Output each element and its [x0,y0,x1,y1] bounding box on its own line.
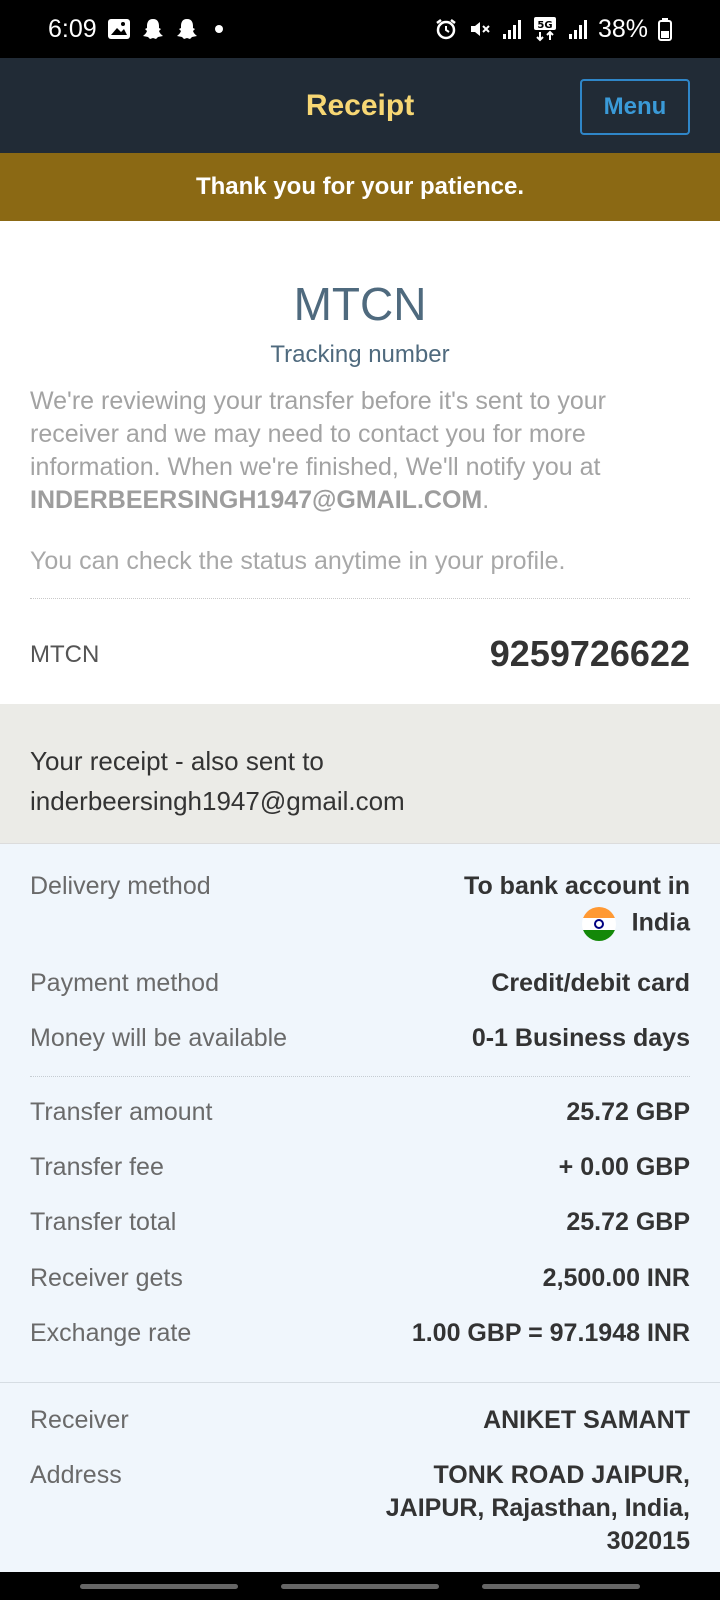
page-title: Receipt [305,88,415,122]
address-line-1: TONK ROAD JAIPUR, [433,1461,690,1489]
mtcn-heading: MTCN [293,278,427,330]
address-row: Address TONK ROAD JAIPUR, JAIPUR, Rajast… [30,1461,690,1566]
notify-email: INDERBEERSINGH1947@GMAIL.COM [30,486,483,514]
review-message-text: We're reviewing your transfer before it'… [30,387,607,481]
transfer-amount-label: Transfer amount [30,1098,213,1126]
signal-icon [502,18,522,40]
delivery-country: India [464,907,690,941]
snapchat-icon [141,17,165,41]
receipt-email: inderbeersingh1947@gmail.com [30,786,405,816]
india-flag-icon [581,907,616,941]
status-bar: 6:09 5G 38% [0,0,720,58]
divider [0,1382,720,1383]
snapchat-icon [175,17,199,41]
availability-value: 0-1 Business days [471,1024,690,1052]
address-line-2: JAIPUR, Rajasthan, India, [385,1494,690,1522]
nav-home-handle[interactable] [281,1584,439,1589]
receiver-label: Receiver [30,1406,129,1434]
5g-icon: 5G [532,16,558,42]
menu-button[interactable]: Menu [580,79,690,135]
receipt-header: Your receipt - also sent to inderbeersin… [0,704,720,844]
status-time: 6:09 [48,14,97,43]
transfer-amount-value: 25.72 GBP [566,1098,690,1126]
transfer-details: Delivery method To bank account in India… [0,844,720,1572]
delivery-method-label: Delivery method [30,872,211,900]
receiver-row: Receiver ANIKET SAMANT [30,1406,690,1436]
alarm-icon [434,17,458,41]
receiver-gets-label: Receiver gets [30,1264,183,1292]
divider [30,1076,690,1077]
transfer-fee-value: + 0.00 GBP [558,1153,690,1181]
exchange-rate-value: 1.00 GBP = 97.1948 INR [411,1319,690,1347]
delivery-method-row: Delivery method To bank account in India [30,872,690,948]
receiver-value: ANIKET SAMANT [483,1406,690,1434]
payment-method-row: Payment method Credit/debit card [30,969,690,999]
address-value: TONK ROAD JAIPUR, JAIPUR, Rajasthan, Ind… [386,1459,690,1558]
divider [30,598,690,599]
address-line-3: 302015 [606,1527,690,1555]
payment-method-label: Payment method [30,969,219,997]
transfer-fee-label: Transfer fee [30,1153,164,1181]
review-message: We're reviewing your transfer before it'… [30,385,690,517]
tracking-number-subheading: Tracking number [270,341,450,368]
battery-percent: 38% [597,14,648,43]
exchange-rate-row: Exchange rate 1.00 GBP = 97.1948 INR [30,1319,690,1349]
transfer-fee-row: Transfer fee + 0.00 GBP [30,1153,690,1183]
app-header: Receipt Menu [0,58,720,153]
tracking-section: MTCN Tracking number We're reviewing you… [0,221,720,704]
status-bar-left: 6:09 [48,15,223,44]
address-label: Address [30,1461,122,1489]
nav-recents-handle[interactable] [80,1584,238,1589]
availability-label: Money will be available [30,1024,288,1052]
notification-dot-icon [214,25,223,33]
mtcn-label: MTCN [30,641,100,668]
mute-icon [468,17,492,41]
nav-back-handle[interactable] [482,1584,640,1589]
transfer-total-row: Transfer total 25.72 GBP [30,1208,690,1238]
thank-you-banner: Thank you for your patience. [0,153,720,221]
review-message-suffix: . [482,486,490,514]
svg-text:5G: 5G [537,20,552,31]
status-bar-right: 5G 38% [434,15,672,44]
gallery-icon [107,18,131,40]
status-message: You can check the status anytime in your… [30,547,566,575]
mtcn-value: 9259726622 [489,633,690,674]
delivery-country-name: India [631,908,690,937]
receiver-gets-value: 2,500.00 INR [542,1264,690,1292]
battery-icon [658,17,672,41]
receipt-header-text: Your receipt - also sent to [30,746,324,776]
signal-icon [568,18,588,40]
availability-row: Money will be available 0-1 Business day… [30,1024,690,1054]
transfer-total-label: Transfer total [30,1208,177,1236]
exchange-rate-label: Exchange rate [30,1319,192,1347]
receiver-gets-row: Receiver gets 2,500.00 INR [30,1264,690,1294]
delivery-method-value: To bank account in India [464,872,690,941]
system-nav-bar [0,1572,720,1600]
transfer-total-value: 25.72 GBP [566,1208,690,1236]
payment-method-value: Credit/debit card [491,969,690,997]
transfer-amount-row: Transfer amount 25.72 GBP [30,1098,690,1128]
delivery-method-value-line1: To bank account in [464,872,690,900]
